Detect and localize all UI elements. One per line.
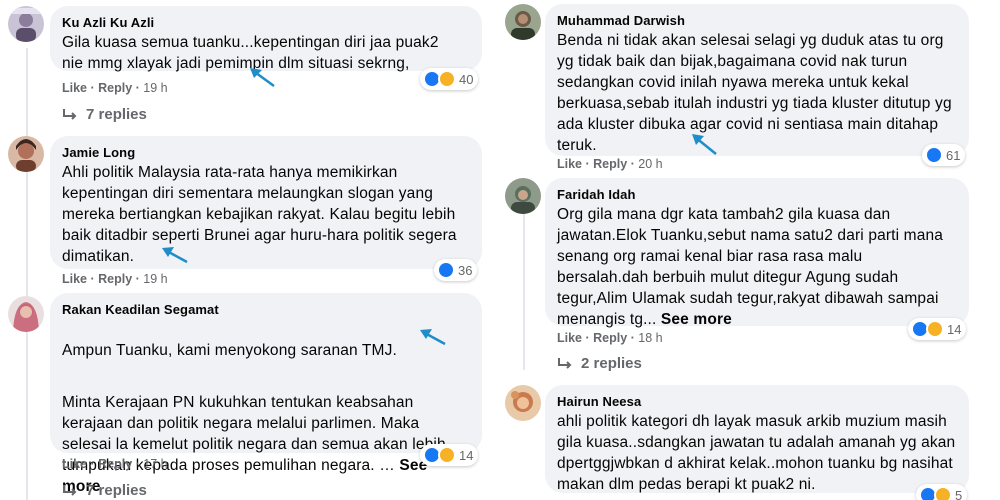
comment-bubble: Rakan Keadilan Segamat Ampun Tuanku, kam…	[50, 293, 482, 495]
comment-timestamp[interactable]: 20 h	[638, 157, 662, 171]
thread-line	[26, 48, 28, 500]
comment-actions: Like · Reply · 20 h	[557, 157, 663, 171]
annotation-arrow-icon	[420, 329, 446, 346]
comment-bubble: Jamie Long Ahli politik Malaysia rata-ra…	[50, 136, 482, 269]
replies-label: 7 replies	[86, 106, 147, 123]
like-button[interactable]: Like	[62, 272, 87, 286]
comment-text: Ampun Tuanku, kami menyokong saranan TMJ…	[62, 319, 470, 500]
haha-icon	[926, 320, 944, 338]
like-button[interactable]: Like	[62, 457, 87, 471]
comment-text: Ahli politik Malaysia rata-rata hanya me…	[62, 164, 457, 265]
avatar[interactable]	[8, 6, 44, 42]
reply-arrow-icon	[63, 108, 77, 120]
comment-timestamp[interactable]: 18 h	[638, 331, 662, 345]
see-more-link[interactable]: See more	[661, 311, 732, 328]
comment-timestamp[interactable]: 17 h	[143, 457, 167, 471]
reaction-summary[interactable]: 40	[420, 68, 479, 90]
comment-author[interactable]: Jamie Long	[62, 144, 470, 162]
annotation-arrow-icon	[250, 68, 275, 88]
like-icon	[437, 261, 455, 279]
like-button[interactable]: Like	[557, 157, 582, 171]
haha-icon	[934, 486, 952, 500]
reply-button[interactable]: Reply	[593, 157, 627, 171]
reaction-count: 14	[459, 447, 474, 463]
view-replies-link[interactable]: 7 replies	[62, 482, 147, 499]
comment-text: Org gila mana dgr kata tambah2 gila kuas…	[557, 204, 957, 330]
reaction-summary[interactable]: 36	[434, 259, 478, 281]
comment-actions: Like · Reply · 19 h	[62, 272, 168, 286]
reaction-summary[interactable]: 14	[420, 444, 479, 466]
reaction-count: 61	[946, 147, 961, 163]
annotation-arrow-icon	[692, 134, 717, 155]
comment-text: ahli politik kategori dh layak masuk ark…	[557, 413, 956, 493]
reaction-summary[interactable]: 61	[922, 144, 966, 166]
comment-author[interactable]: Rakan Keadilan Segamat	[62, 301, 470, 319]
comment-actions: Like · Reply · 19 h	[62, 81, 168, 95]
view-replies-link[interactable]: 2 replies	[557, 355, 642, 372]
thread-line	[523, 190, 525, 370]
reaction-summary[interactable]: 5	[916, 484, 968, 500]
like-icon	[925, 146, 943, 164]
reaction-count: 40	[459, 71, 474, 87]
avatar[interactable]	[505, 4, 541, 40]
reaction-count: 14	[947, 321, 962, 337]
annotation-arrow-icon	[162, 247, 188, 264]
avatar[interactable]	[8, 136, 44, 172]
reply-button[interactable]: Reply	[593, 331, 627, 345]
comment-author[interactable]: Hairun Neesa	[557, 393, 957, 411]
reply-button[interactable]: Reply	[98, 457, 132, 471]
avatar[interactable]	[8, 296, 44, 332]
like-button[interactable]: Like	[557, 331, 582, 345]
reply-arrow-icon	[558, 357, 572, 369]
comment-author[interactable]: Faridah Idah	[557, 186, 957, 204]
reply-button[interactable]: Reply	[98, 81, 132, 95]
reply-arrow-icon	[63, 484, 77, 496]
reaction-count: 36	[458, 262, 473, 278]
comment-text: Benda ni tidak akan selesai selagi yg du…	[557, 32, 952, 154]
comment-timestamp[interactable]: 19 h	[143, 272, 167, 286]
like-button[interactable]: Like	[62, 81, 87, 95]
comment-author[interactable]: Ku Azli Ku Azli	[62, 14, 470, 32]
comment-actions: Like · Reply · 17 h	[62, 457, 168, 471]
view-replies-link[interactable]: 7 replies	[62, 106, 147, 123]
avatar[interactable]	[505, 385, 541, 421]
comment-author[interactable]: Muhammad Darwish	[557, 12, 957, 30]
comment-timestamp[interactable]: 19 h	[143, 81, 167, 95]
replies-label: 7 replies	[86, 482, 147, 499]
comment-paragraph: Ampun Tuanku, kami menyokong saranan TMJ…	[62, 342, 397, 359]
avatar[interactable]	[505, 178, 541, 214]
reaction-summary[interactable]: 14	[908, 318, 967, 340]
comment-bubble: Muhammad Darwish Benda ni tidak akan sel…	[545, 4, 969, 156]
replies-label: 2 replies	[581, 355, 642, 372]
haha-icon	[438, 446, 456, 464]
comment-actions: Like · Reply · 18 h	[557, 331, 663, 345]
reaction-count: 5	[955, 487, 963, 500]
haha-icon	[438, 70, 456, 88]
reply-button[interactable]: Reply	[98, 272, 132, 286]
comment-bubble: Faridah Idah Org gila mana dgr kata tamb…	[545, 178, 969, 328]
comment-bubble: Hairun Neesa ahli politik kategori dh la…	[545, 385, 969, 493]
comment-text-body: Org gila mana dgr kata tambah2 gila kuas…	[557, 206, 944, 328]
comment-bubble: Ku Azli Ku Azli Gila kuasa semua tuanku.…	[50, 6, 482, 72]
